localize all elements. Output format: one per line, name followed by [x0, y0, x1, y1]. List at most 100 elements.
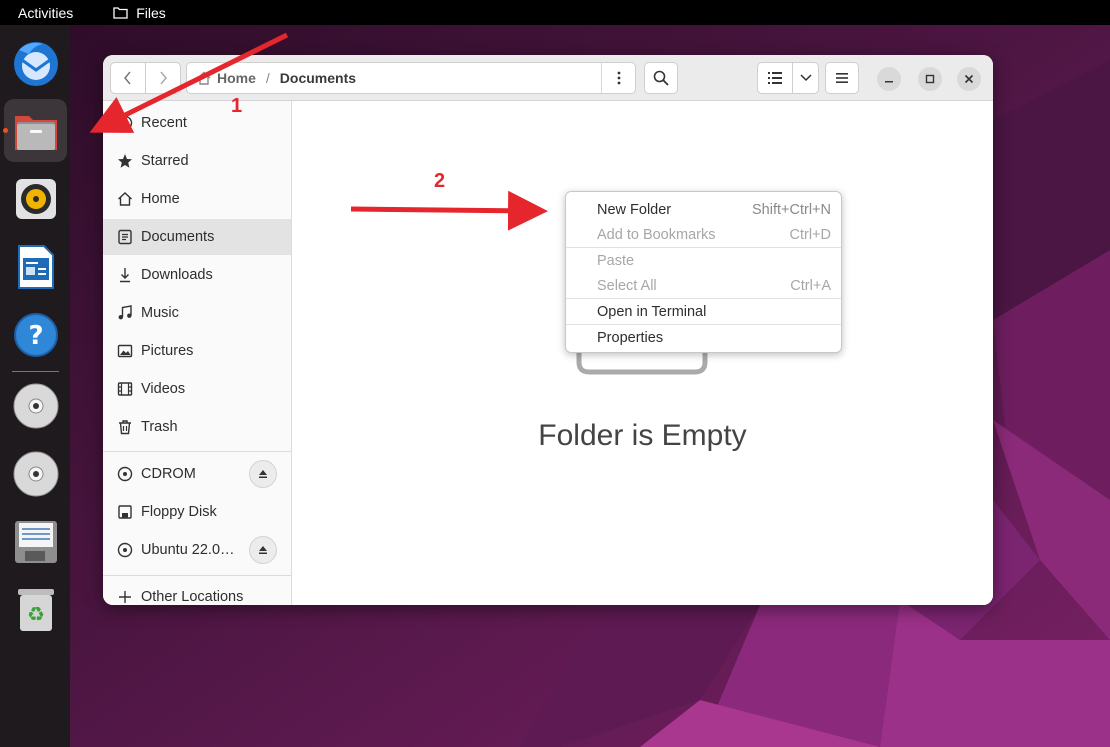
clock-icon [117, 115, 133, 131]
files-launcher[interactable] [4, 99, 67, 162]
menu-item-label: Properties [597, 329, 664, 346]
trash-icon: ♻ [17, 588, 54, 631]
sidebar-item-videos[interactable]: Videos [103, 371, 291, 407]
main-menu-button[interactable] [825, 62, 859, 94]
sidebar-item-starred[interactable]: Starred [103, 143, 291, 179]
plus-icon [117, 589, 133, 605]
writer-launcher[interactable] [4, 235, 67, 298]
dock-separator [12, 371, 59, 372]
forward-button[interactable] [145, 62, 181, 94]
dock: ? ♻ [0, 25, 70, 747]
sidebar-separator [103, 575, 291, 576]
menu-item-label: Paste [597, 252, 635, 269]
sidebar-other-locations[interactable]: Other Locations [103, 579, 291, 605]
menu-item-label: Add to Bookmarks [597, 226, 716, 243]
floppy-icon [117, 504, 133, 520]
menu-item-new-folder[interactable]: New Folder Shift+Ctrl+N [566, 197, 841, 222]
cdrom-icon [13, 383, 58, 428]
activities-button[interactable]: Activities [18, 5, 73, 21]
eject-button[interactable] [249, 536, 277, 564]
dvd-launcher[interactable] [4, 442, 67, 505]
music-icon [117, 305, 133, 321]
minimize-icon [885, 81, 893, 83]
floppy-launcher[interactable] [4, 510, 67, 573]
writer-icon [17, 244, 54, 289]
maximize-button[interactable] [918, 67, 942, 91]
floppy-icon [14, 520, 57, 563]
app-menu[interactable]: Files [113, 5, 166, 21]
minimize-button[interactable] [877, 67, 901, 91]
files-icon [14, 115, 57, 150]
sidebar-item-label: Starred [141, 153, 189, 169]
help-launcher[interactable]: ? [4, 303, 67, 366]
menu-item-shortcut: Shift+Ctrl+N [752, 201, 831, 218]
close-icon [964, 74, 974, 84]
breadcrumb-current[interactable]: Documents [280, 70, 356, 86]
sidebar-item-label: Other Locations [141, 589, 244, 605]
breadcrumb-home[interactable]: Home [197, 70, 256, 86]
back-button[interactable] [110, 62, 146, 94]
sidebar-item-trash[interactable]: Trash [103, 409, 291, 445]
eject-button[interactable] [249, 460, 277, 488]
eject-icon [259, 470, 267, 478]
cdrom-launcher[interactable] [4, 374, 67, 437]
view-options-button[interactable] [792, 62, 819, 94]
list-view-icon [768, 72, 782, 84]
sidebar-item-documents[interactable]: Documents [103, 219, 291, 255]
vertical-dots-icon [617, 71, 620, 85]
sidebar-item-music[interactable]: Music [103, 295, 291, 331]
download-icon [117, 267, 133, 283]
path-bar: Home / Documents [186, 62, 636, 94]
sidebar-item-label: Trash [141, 419, 178, 435]
sidebar-device-cdrom[interactable]: CDROM [103, 456, 291, 492]
sidebar-item-label: Pictures [141, 343, 194, 359]
annotation-number-1: 1 [231, 95, 243, 117]
sidebar-item-label: Music [141, 305, 179, 321]
chevron-right-icon [160, 71, 167, 85]
sidebar-device-floppy[interactable]: Floppy Disk [103, 494, 291, 530]
home-icon [197, 71, 211, 85]
close-button[interactable] [957, 67, 981, 91]
file-view[interactable]: Folder is Empty [292, 101, 993, 605]
sidebar-item-downloads[interactable]: Downloads [103, 257, 291, 293]
annotation-number-2: 2 [434, 170, 446, 192]
view-list-button[interactable] [757, 62, 793, 94]
sidebar-item-label: Documents [141, 229, 215, 245]
menu-item-add-bookmark: Add to Bookmarks Ctrl+D [566, 222, 841, 247]
thunderbird-icon [13, 41, 58, 86]
trash-launcher[interactable]: ♻ [4, 578, 67, 641]
thunderbird-launcher[interactable] [4, 31, 67, 94]
path-menu-button[interactable] [601, 63, 635, 93]
maximize-icon [925, 74, 935, 84]
disc-icon [117, 466, 133, 482]
sidebar-item-recent[interactable]: Recent [103, 105, 291, 141]
empty-folder-label: Folder is Empty [538, 419, 747, 452]
star-icon [117, 153, 133, 169]
sidebar-item-label: Floppy Disk [141, 504, 217, 520]
sidebar-item-label: Ubuntu 22.0… [141, 542, 235, 558]
files-window: Home / Documents Recent Starred Home Doc… [103, 55, 993, 605]
sidebar-item-home[interactable]: Home [103, 181, 291, 217]
menu-item-properties[interactable]: Properties [566, 325, 841, 350]
sidebar-separator [103, 451, 291, 452]
search-button[interactable] [644, 62, 678, 94]
sidebar-item-label: CDROM [141, 466, 196, 482]
rhythmbox-launcher[interactable] [4, 167, 67, 230]
sidebar-item-pictures[interactable]: Pictures [103, 333, 291, 369]
trash-icon [117, 419, 133, 435]
menu-item-label: Select All [597, 277, 657, 294]
video-icon [117, 381, 133, 397]
home-icon [117, 191, 133, 207]
sidebar-device-ubuntu[interactable]: Ubuntu 22.0… [103, 532, 291, 568]
top-bar: Activities Files [0, 0, 1110, 25]
menu-item-open-terminal[interactable]: Open in Terminal [566, 299, 841, 324]
menu-item-label: Open in Terminal [597, 303, 707, 320]
sidebar-item-label: Downloads [141, 267, 213, 283]
breadcrumb-home-label: Home [217, 70, 256, 86]
search-icon [653, 70, 669, 86]
svg-text:♻: ♻ [27, 602, 45, 626]
sidebar-item-label: Videos [141, 381, 186, 397]
document-icon [117, 229, 133, 245]
disc-icon [117, 542, 133, 558]
folder-icon [113, 7, 128, 19]
